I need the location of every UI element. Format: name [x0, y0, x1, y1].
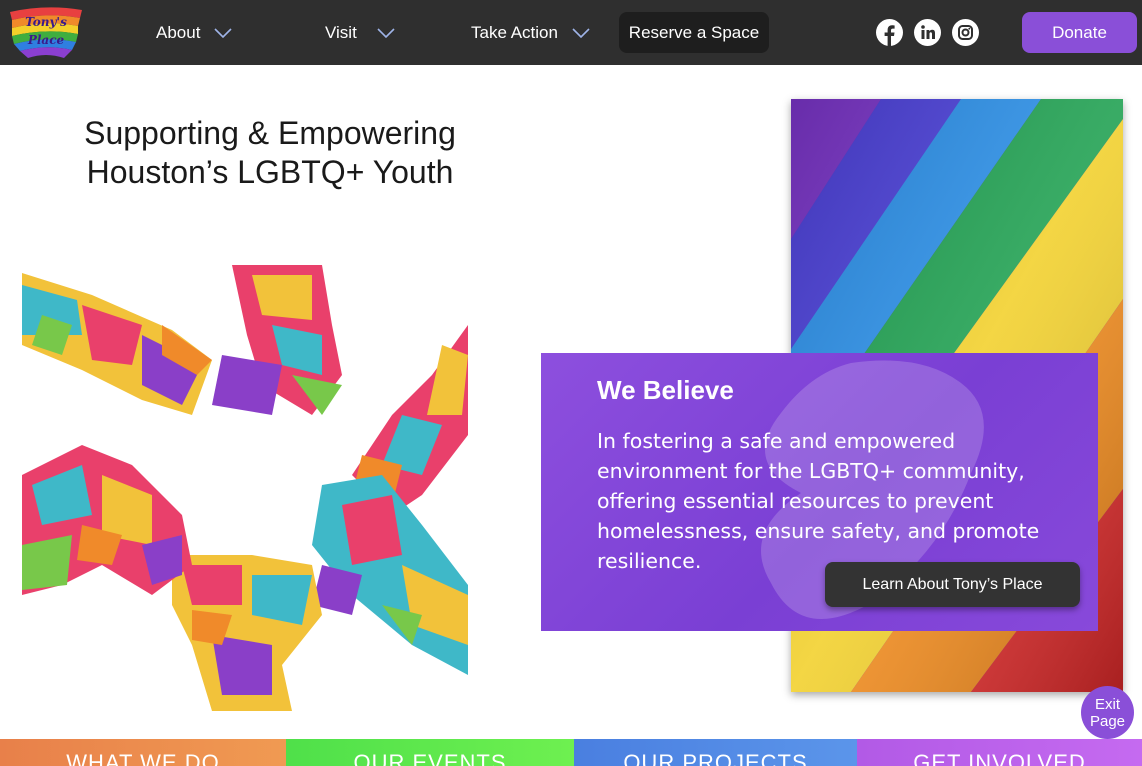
donate-button[interactable]: Donate: [1022, 12, 1137, 53]
linkedin-icon[interactable]: [914, 19, 941, 46]
arm-bottom-center: [172, 555, 322, 711]
nav-take-action[interactable]: Take Action: [471, 0, 590, 65]
facebook-icon[interactable]: [876, 19, 903, 46]
logo-text-line1: Tony's: [25, 15, 67, 29]
exit-page-label-line1: Exit: [1094, 695, 1120, 713]
nav-about[interactable]: About: [156, 0, 233, 65]
instagram-icon[interactable]: [952, 19, 979, 46]
joined-hands-illustration: [22, 265, 468, 711]
we-believe-card: We Believe In fostering a safe and empow…: [541, 353, 1098, 631]
tonys-place-logo[interactable]: Tony's Place: [6, 4, 86, 60]
chevron-down-icon: [214, 27, 233, 38]
nav-take-action-label: Take Action: [471, 22, 558, 42]
tile-our-events-label: OUR EVENTS: [353, 750, 507, 766]
tile-our-events[interactable]: OUR EVENTS: [286, 739, 574, 766]
logo-text-line2: Place: [27, 33, 65, 47]
nav-visit[interactable]: Visit: [325, 0, 395, 65]
nav-about-label: About: [156, 22, 201, 42]
tile-get-involved[interactable]: GET INVOLVED: [857, 739, 1142, 766]
tile-what-we-do-label: WHAT WE DO: [66, 750, 220, 766]
chevron-down-icon: [572, 27, 590, 38]
tile-what-we-do[interactable]: WHAT WE DO: [0, 739, 286, 766]
exit-page-button[interactable]: Exit Page: [1081, 686, 1134, 739]
page-title-line1: Supporting & Empowering: [84, 115, 456, 151]
learn-about-button[interactable]: Learn About Tony’s Place: [825, 562, 1080, 607]
arm-top-left: [22, 273, 212, 415]
arm-left-bottom: [22, 445, 192, 595]
tile-get-involved-label: GET INVOLVED: [913, 750, 1086, 766]
tile-our-projects-label: OUR PROJECTS: [623, 750, 808, 766]
we-believe-text: In fostering a safe and empowered enviro…: [597, 429, 1040, 573]
arm-right-bottom: [312, 475, 468, 675]
page-title: Supporting & Empowering Houston’s LGBTQ+…: [40, 114, 500, 192]
nav-visit-label: Visit: [325, 22, 357, 42]
top-navigation-bar: Tony's Place About Visit Take Action Res…: [0, 0, 1142, 65]
we-believe-heading: We Believe: [597, 375, 734, 405]
reserve-space-button[interactable]: Reserve a Space: [619, 12, 769, 53]
exit-page-label-line2: Page: [1089, 712, 1126, 730]
chevron-down-icon: [377, 27, 395, 38]
arm-top-center: [212, 265, 342, 415]
tile-our-projects[interactable]: OUR PROJECTS: [574, 739, 857, 766]
page-title-line2: Houston’s LGBTQ+ Youth: [86, 154, 454, 190]
